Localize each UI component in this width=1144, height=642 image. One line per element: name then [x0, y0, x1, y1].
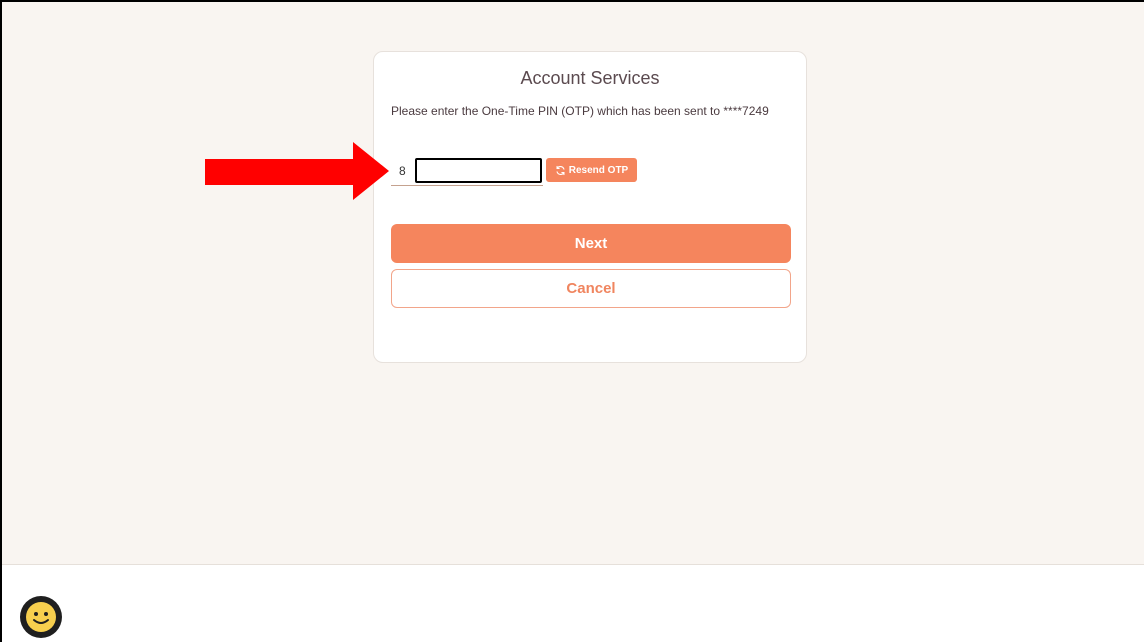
otp-input-value: 8 — [399, 164, 406, 178]
resend-otp-button[interactable]: Resend OTP — [546, 158, 637, 182]
resend-otp-label: Resend OTP — [568, 164, 629, 176]
cancel-button[interactable]: Cancel — [391, 269, 791, 308]
main-area: Account Services Please enter the One-Ti… — [2, 2, 1144, 565]
footer-area — [2, 566, 1144, 642]
refresh-icon — [556, 165, 565, 175]
next-button[interactable]: Next — [391, 224, 791, 263]
otp-card: Account Services Please enter the One-Ti… — [373, 51, 807, 363]
smiley-face-icon — [26, 602, 56, 632]
chat-widget-button[interactable] — [20, 596, 62, 638]
redaction-box — [415, 158, 542, 183]
otp-instruction: Please enter the One-Time PIN (OTP) whic… — [391, 104, 769, 118]
otp-input[interactable]: 8 — [391, 158, 543, 186]
red-arrow-icon — [205, 142, 389, 200]
card-title: Account Services — [520, 68, 660, 88]
